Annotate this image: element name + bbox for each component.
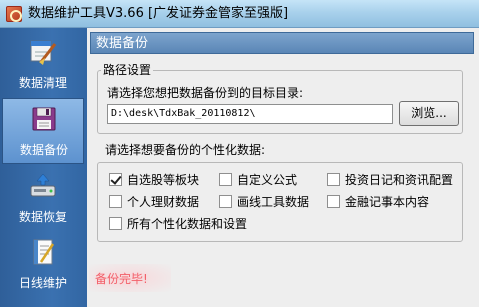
sidebar-item-restore[interactable]: 数据恢复 [2,166,84,232]
checkbox[interactable] [219,195,232,208]
path-input[interactable]: D:\desk\TdxBak_20110812\ [107,104,393,124]
checkbox[interactable] [327,173,340,186]
app-icon [6,6,22,22]
sidebar: 数据清理 数据备份 数据恢复 日线维护 [0,28,87,307]
sidebar-item-daily[interactable]: 日线维护 [2,232,84,298]
sidebar-item-label: 数据恢复 [18,210,67,224]
panel-title: 数据备份 [96,36,149,51]
checkbox[interactable] [327,195,340,208]
sidebar-item-backup[interactable]: 数据备份 [2,98,84,164]
option-drawing-tools[interactable]: 画线工具数据 [219,194,329,210]
option-diary[interactable]: 投资日记和资讯配置 [327,172,457,188]
checkbox[interactable] [109,217,122,230]
option-label: 画线工具数据 [237,195,310,209]
checkbox[interactable] [219,173,232,186]
path-prompt: 请选择您想把数据备份到的目标目录: [107,86,304,100]
main-panel: 数据备份 路径设置 请选择您想把数据备份到的目标目录: D:\desk\TdxB… [87,28,479,307]
title-bar[interactable]: 数据维护工具V3.66 [广发证券金管家至强版] [0,0,479,28]
window-title: 数据维护工具V3.66 [广发证券金管家至强版] [28,6,289,21]
data-prompt: 请选择想要备份的个性化数据: [105,143,266,157]
checkbox[interactable] [109,195,122,208]
sidebar-item-label: 日线维护 [18,276,67,290]
restore-icon [30,173,56,197]
sidebar-item-clean[interactable]: 数据清理 [2,32,84,98]
option-finance[interactable]: 个人理财数据 [109,194,219,210]
option-label: 所有个性化数据和设置 [127,217,248,231]
browse-button[interactable]: 浏览... [399,101,459,126]
status-message: 备份完毕! [95,272,148,286]
option-label: 自定义公式 [237,173,298,187]
backup-icon [32,107,56,131]
option-label: 个人理财数据 [127,195,200,209]
path-settings-legend: 路径设置 [101,63,154,77]
option-label: 金融记事本内容 [345,195,430,209]
checkbox-checked[interactable] [109,173,122,186]
panel-header: 数据备份 [90,32,474,54]
option-all-settings[interactable]: 所有个性化数据和设置 [109,216,269,232]
option-notebook[interactable]: 金融记事本内容 [327,194,457,210]
notebook-icon [33,239,55,265]
option-custom-formula[interactable]: 自定义公式 [219,172,329,188]
clean-icon [30,40,57,65]
option-label: 投资日记和资讯配置 [345,173,454,187]
option-label: 自选股等板块 [127,173,200,187]
sidebar-item-label: 数据备份 [19,143,68,157]
option-watchlist[interactable]: 自选股等板块 [109,172,229,188]
sidebar-item-label: 数据清理 [18,76,67,90]
